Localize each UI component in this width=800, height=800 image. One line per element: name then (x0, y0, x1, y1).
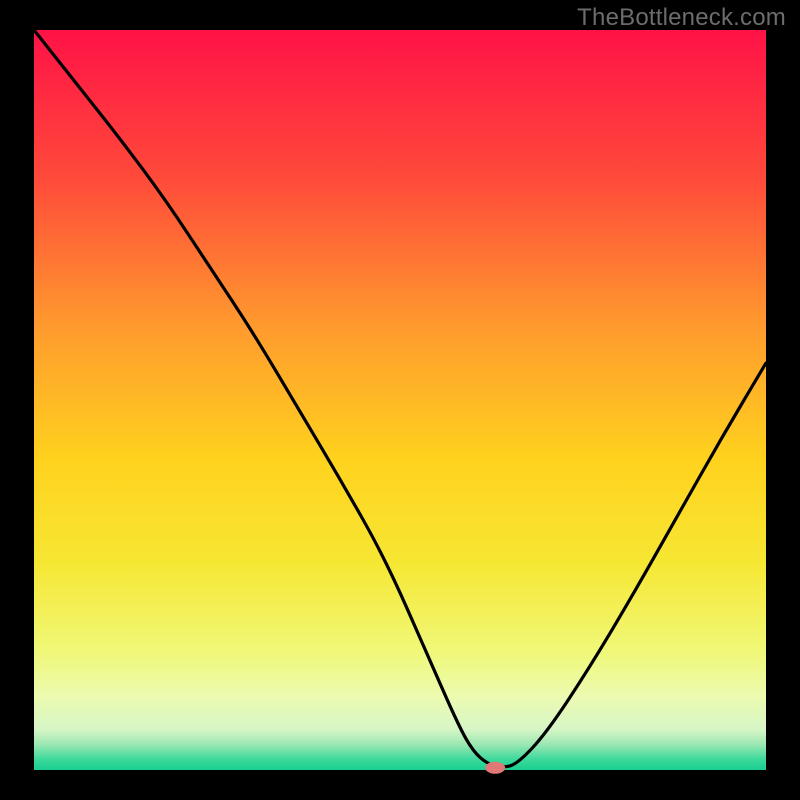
minimum-marker (485, 762, 505, 774)
bottleneck-chart (0, 0, 800, 800)
chart-frame: TheBottleneck.com (0, 0, 800, 800)
watermark-text: TheBottleneck.com (577, 4, 786, 32)
plot-area (34, 30, 766, 770)
